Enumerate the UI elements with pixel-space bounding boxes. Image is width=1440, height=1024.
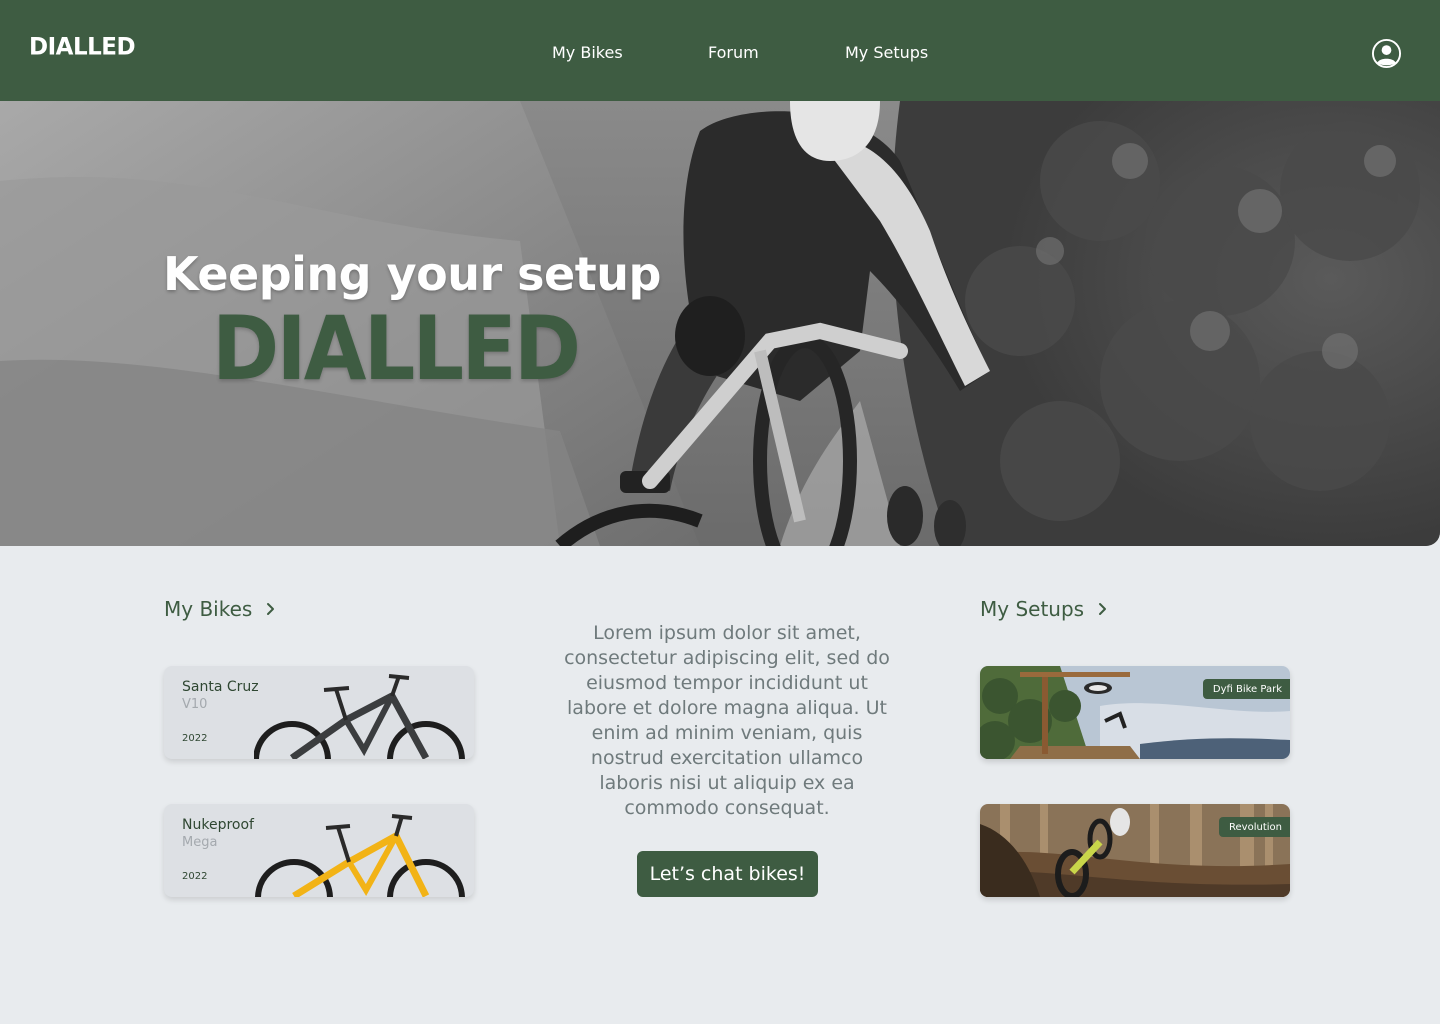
chevron-right-icon [1099,603,1107,615]
bike-brand: Nukeproof [182,817,254,833]
chat-bikes-button[interactable]: Let’s chat bikes! [637,851,818,897]
my-bikes-heading-label: My Bikes [164,597,253,621]
hero-brand-heading: DIALLED [212,297,581,400]
setup-location-tag: Revolution [1219,817,1290,837]
bike-year: 2022 [182,871,208,882]
nav-my-bikes[interactable]: My Bikes [552,43,623,62]
bike-year: 2022 [182,733,208,744]
my-setups-heading[interactable]: My Setups [980,597,1107,621]
setup-card[interactable]: Revolution [980,804,1290,897]
hero-banner: Keeping your setup DIALLED [0,101,1440,546]
bike-card[interactable]: Nukeproof Mega 2022 [164,804,474,897]
bike-image [255,814,465,897]
chevron-right-icon [267,603,275,615]
nav-my-setups[interactable]: My Setups [845,43,928,62]
intro-paragraph: Lorem ipsum dolor sit amet, consectetur … [564,622,890,819]
my-setups-heading-label: My Setups [980,597,1085,621]
nav-forum[interactable]: Forum [708,43,759,62]
setup-location-tag: Dyfi Bike Park [1202,679,1290,699]
bike-image [254,674,465,759]
top-nav-bar: DIALLED My Bikes Forum My Setups [0,0,1440,101]
user-circle-icon[interactable] [1371,38,1402,69]
bike-brand: Santa Cruz [182,679,259,695]
setup-card[interactable]: Dyfi Bike Park [980,666,1290,759]
my-bikes-heading[interactable]: My Bikes [164,597,275,621]
bike-card[interactable]: Santa Cruz V10 2022 [164,666,474,759]
bike-model: Mega [182,835,218,850]
logo[interactable]: DIALLED [29,33,136,60]
bike-model: V10 [182,697,208,712]
hero-heading: Keeping your setup [163,247,661,301]
